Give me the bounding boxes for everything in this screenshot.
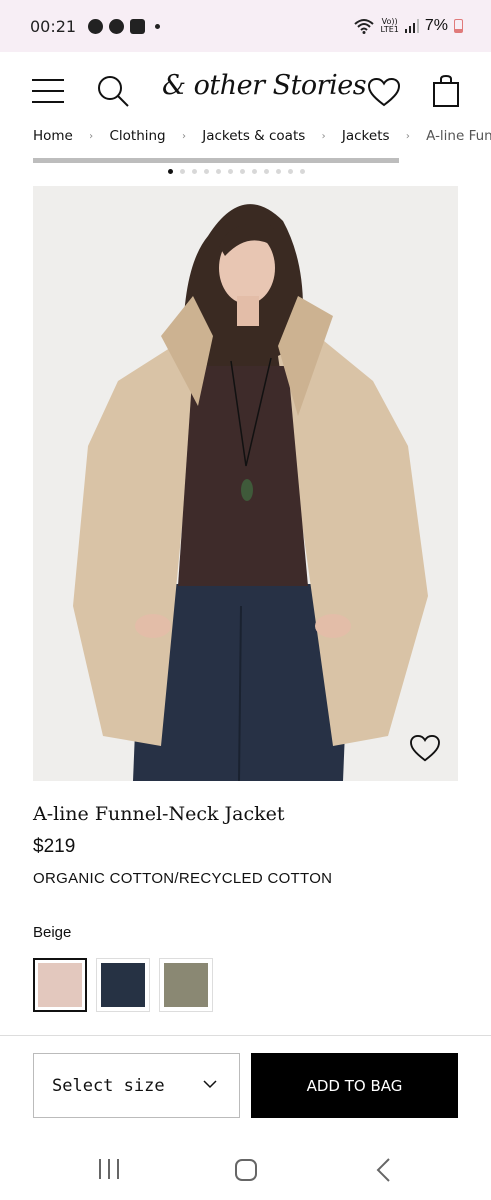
messenger-icon xyxy=(109,18,125,34)
alert-icon xyxy=(88,18,104,34)
product-material: ORGANIC COTTON/RECYCLED COTTON xyxy=(33,870,333,887)
gallery-dot[interactable] xyxy=(204,169,209,174)
status-notification-icons xyxy=(88,18,161,34)
breadcrumb: Home › Clothing › Jackets & coats › Jack… xyxy=(33,128,491,148)
gallery-dot[interactable] xyxy=(216,169,221,174)
product-name: A-line Funnel-Neck Jacket xyxy=(33,803,285,825)
wifi-icon xyxy=(354,19,375,34)
menu-button[interactable] xyxy=(32,78,64,104)
swatch-fill xyxy=(164,963,208,1007)
swatch-fill xyxy=(38,963,82,1007)
back-icon xyxy=(376,1158,390,1182)
color-swatch-khaki[interactable] xyxy=(159,958,213,1012)
swatch-fill xyxy=(101,963,145,1007)
bag-icon xyxy=(433,74,459,107)
brand-logo[interactable]: & other Stories xyxy=(162,70,367,101)
dot-icon xyxy=(155,23,161,29)
breadcrumb-current: A-line Funnel-Neck Jacket xyxy=(426,128,491,144)
recent-apps-button[interactable] xyxy=(97,1158,121,1185)
shopping-bag-button[interactable] xyxy=(432,74,460,108)
product-image[interactable] xyxy=(33,186,458,781)
back-button[interactable] xyxy=(375,1158,391,1187)
gallery-pagination xyxy=(168,169,305,174)
gallery-dot[interactable] xyxy=(252,169,257,174)
gallery-dot[interactable] xyxy=(276,169,281,174)
gallery-dot[interactable] xyxy=(180,169,185,174)
home-icon xyxy=(235,1159,257,1181)
gallery-dot[interactable] xyxy=(240,169,245,174)
home-button[interactable] xyxy=(234,1158,258,1187)
gallery-dot[interactable] xyxy=(300,169,305,174)
checkbox-icon xyxy=(130,18,146,34)
chevron-right-icon: › xyxy=(321,130,326,142)
image-wishlist-button[interactable] xyxy=(410,734,440,763)
breadcrumb-clothing[interactable]: Clothing xyxy=(109,128,165,144)
status-bar: 00:21 Vo)) LTE1 7% xyxy=(0,0,491,52)
selected-color-label: Beige xyxy=(33,924,72,941)
color-swatch-beige[interactable] xyxy=(33,958,87,1012)
battery-percent: 7% xyxy=(424,17,448,34)
product-price: $219 xyxy=(33,836,76,857)
size-select[interactable]: Select size xyxy=(33,1053,240,1118)
search-icon xyxy=(98,76,129,107)
color-swatch-navy[interactable] xyxy=(96,958,150,1012)
gallery-dot[interactable] xyxy=(288,169,293,174)
heart-icon xyxy=(367,77,401,107)
product-photo xyxy=(33,186,458,781)
divider xyxy=(0,1035,491,1036)
chevron-down-icon xyxy=(203,1080,217,1089)
heart-icon xyxy=(410,734,440,762)
signal-icon xyxy=(404,19,419,33)
chevron-right-icon: › xyxy=(181,130,186,142)
chevron-right-icon: › xyxy=(405,130,410,142)
gallery-dot[interactable] xyxy=(192,169,197,174)
size-select-label: Select size xyxy=(52,1075,165,1096)
gallery-dot[interactable] xyxy=(168,169,173,174)
network-label-bottom: LTE1 xyxy=(380,25,399,34)
network-indicator: Vo)) LTE1 xyxy=(380,18,398,34)
gallery-dot[interactable] xyxy=(228,169,233,174)
status-time: 00:21 xyxy=(30,16,77,36)
recent-apps-icon xyxy=(99,1159,119,1179)
add-to-bag-button[interactable]: ADD TO BAG xyxy=(251,1053,458,1118)
breadcrumb-scrollbar[interactable] xyxy=(33,158,399,163)
status-system-icons: Vo)) LTE1 7% xyxy=(354,17,463,35)
wishlist-button[interactable] xyxy=(367,77,401,108)
site-header: & other Stories xyxy=(0,56,491,128)
breadcrumb-home[interactable]: Home xyxy=(33,128,73,144)
gallery-dot[interactable] xyxy=(264,169,269,174)
breadcrumb-jackets[interactable]: Jackets xyxy=(342,128,390,144)
breadcrumb-jackets-coats[interactable]: Jackets & coats xyxy=(202,128,305,144)
search-button[interactable] xyxy=(96,74,132,110)
system-nav-bar xyxy=(0,1140,491,1200)
menu-icon xyxy=(32,79,64,103)
chevron-right-icon: › xyxy=(89,130,94,142)
battery-icon xyxy=(454,19,463,33)
